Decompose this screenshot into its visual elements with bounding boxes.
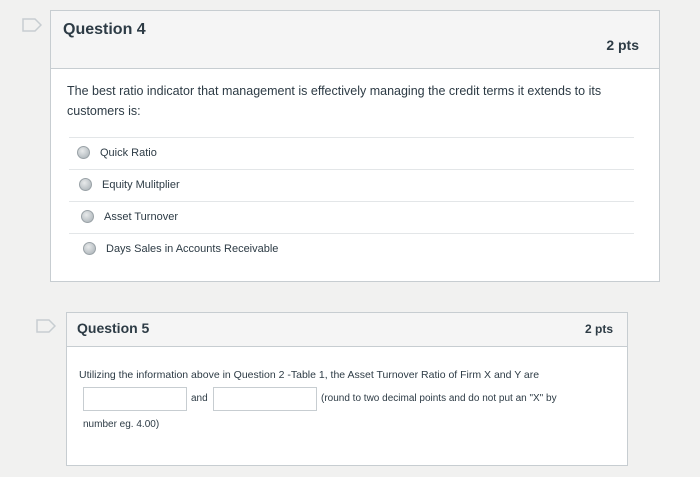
question-5-card: Question 5 2 pts Utilizing the informati… [66,312,628,466]
question-4-card: Question 4 2 pts The best ratio indicato… [50,10,660,282]
question-4-header: Question 4 2 pts [51,11,659,69]
question-4-points: 2 pts [606,37,639,53]
question-4-answers: Quick Ratio Equity Mulitplier Asset Turn… [69,137,634,267]
question-5-text: Utilizing the information above in Quest… [79,369,540,381]
asset-turnover-y-input[interactable] [213,387,317,411]
question-5-header: Question 5 2 pts [67,313,627,347]
radio-button[interactable] [81,210,94,223]
answer-label: Asset Turnover [104,210,178,223]
answer-option[interactable]: Equity Mulitplier [69,169,634,199]
question-5-points: 2 pts [584,322,613,336]
answer-option[interactable]: Quick Ratio [69,137,634,167]
question-5-title: Question 5 [77,320,150,336]
radio-button[interactable] [77,146,90,159]
flag-icon[interactable] [22,18,42,32]
answer-option[interactable]: Days Sales in Accounts Receivable [69,233,634,263]
answer-label: Quick Ratio [100,146,157,159]
tail-note: number eg. 4.00) [83,419,160,430]
rounding-note: (round to two decimal points and do not … [321,393,557,404]
answer-label: Days Sales in Accounts Receivable [106,242,279,255]
answer-label: Equity Mulitplier [102,178,180,191]
question-4-text: The best ratio indicator that management… [67,84,602,118]
flag-icon[interactable] [36,319,56,333]
asset-turnover-x-input[interactable] [83,387,187,411]
radio-button[interactable] [79,178,92,191]
question-4-title: Question 4 [63,21,146,38]
radio-button[interactable] [83,242,96,255]
and-label: and [191,393,208,404]
answer-option[interactable]: Asset Turnover [69,201,634,231]
